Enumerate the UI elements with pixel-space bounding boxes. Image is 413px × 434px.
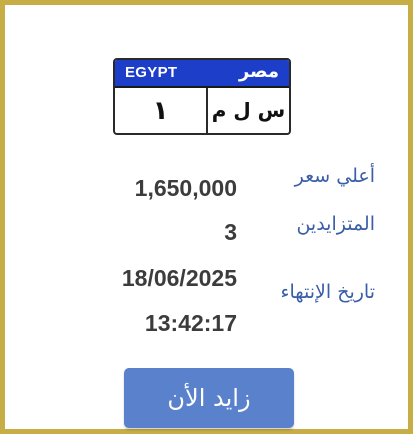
bid-now-button[interactable]: زايد الأن bbox=[124, 368, 294, 428]
license-plate: EGYPT مصر ١ س ل م bbox=[113, 58, 291, 135]
plate-header: EGYPT مصر bbox=[115, 60, 289, 88]
highest-price-value: 1,650,000 bbox=[134, 175, 237, 201]
end-time-value: 13:42:17 bbox=[144, 310, 237, 336]
plate-body: ١ س ل م bbox=[115, 88, 289, 133]
auction-card: EGYPT مصر ١ س ل م أعلي سعر 1,650,000 الم… bbox=[0, 0, 413, 434]
highest-price-label: أعلي سعر bbox=[294, 165, 375, 187]
end-date-label: تاريخ الإنتهاء bbox=[280, 281, 375, 303]
plate-country-ar: مصر bbox=[238, 61, 279, 82]
plate-country-en: EGYPT bbox=[125, 64, 178, 81]
plate-number: ١ bbox=[152, 96, 169, 126]
bidders-count: 3 bbox=[224, 219, 237, 245]
end-date-value: 18/06/2025 bbox=[121, 265, 237, 291]
bidders-label: المتزايدين bbox=[296, 213, 375, 235]
plate-letters: س ل م bbox=[211, 98, 286, 122]
